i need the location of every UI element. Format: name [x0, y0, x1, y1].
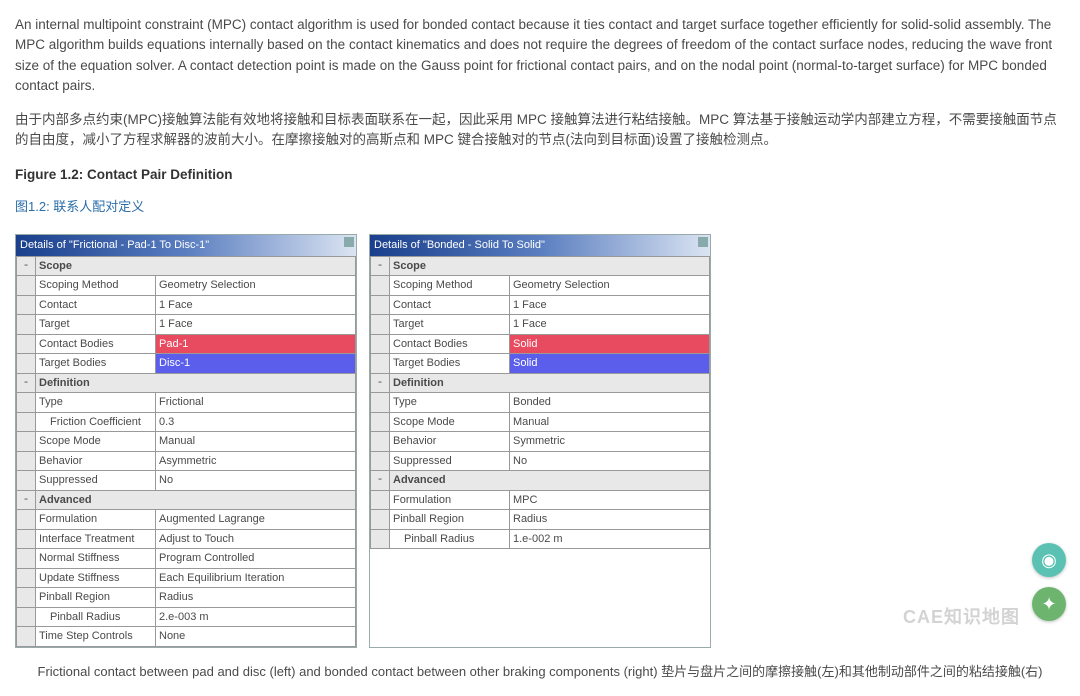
row-value[interactable]: Frictional — [156, 393, 356, 413]
row-label: Contact Bodies — [390, 334, 510, 354]
row-value[interactable]: No — [156, 471, 356, 491]
row-label: Suppressed — [390, 451, 510, 471]
person-icon: ◉ — [1041, 547, 1057, 574]
row-value[interactable]: Disc-1 — [156, 354, 356, 374]
row-label: Suppressed — [36, 471, 156, 491]
row-value[interactable]: Geometry Selection — [156, 276, 356, 296]
expand-icon[interactable]: - — [17, 373, 36, 393]
row-value[interactable]: Solid — [510, 334, 710, 354]
bonded-table: -Scope Scoping MethodGeometry Selection … — [370, 256, 710, 550]
figure-title: Figure 1.2: Contact Pair Definition — [15, 165, 1065, 185]
row-value[interactable]: 1.e-002 m — [510, 529, 710, 549]
row-value[interactable]: Asymmetric — [156, 451, 356, 471]
frictional-table: -Scope Scoping MethodGeometry Selection … — [16, 256, 356, 647]
row-value[interactable]: 1 Face — [510, 295, 710, 315]
row-label: Pinball Radius — [390, 529, 510, 549]
row-value[interactable]: Solid — [510, 354, 710, 374]
row-value[interactable]: Manual — [156, 432, 356, 452]
expand-icon[interactable]: - — [17, 256, 36, 276]
expand-icon[interactable]: - — [371, 256, 390, 276]
row-value[interactable]: 1 Face — [156, 295, 356, 315]
definition-header: Definition — [390, 373, 710, 393]
float-buttons: ◉ ✦ — [1032, 543, 1066, 621]
row-value[interactable]: Symmetric — [510, 432, 710, 452]
frictional-panel: Details of "Frictional - Pad-1 To Disc-1… — [15, 234, 357, 648]
panel-title-text: Details of "Bonded - Solid To Solid" — [374, 239, 545, 251]
paragraph-chinese: 由于内部多点约束(MPC)接触算法能有效地将接触和目标表面联系在一起，因此采用 … — [15, 110, 1065, 151]
row-value[interactable]: 1 Face — [510, 315, 710, 335]
row-label: Behavior — [36, 451, 156, 471]
panel-pin-icon[interactable] — [698, 237, 708, 247]
row-value[interactable]: Augmented Lagrange — [156, 510, 356, 530]
expand-icon[interactable]: - — [371, 373, 390, 393]
row-label: Update Stiffness — [36, 568, 156, 588]
row-value[interactable]: Radius — [156, 588, 356, 608]
row-label: Formulation — [390, 490, 510, 510]
row-label: Pinball Radius — [36, 607, 156, 627]
expand-icon[interactable]: - — [17, 490, 36, 510]
row-value[interactable]: 0.3 — [156, 412, 356, 432]
row-label: Scope Mode — [36, 432, 156, 452]
row-label: Contact — [36, 295, 156, 315]
row-label: Type — [36, 393, 156, 413]
row-label: Formulation — [36, 510, 156, 530]
row-value[interactable]: Bonded — [510, 393, 710, 413]
row-label: Type — [390, 393, 510, 413]
row-value[interactable]: Radius — [510, 510, 710, 530]
figure-title-cn: 图1.2: 联系人配对定义 — [15, 197, 1065, 217]
paragraph-english: An internal multipoint constraint (MPC) … — [15, 15, 1065, 96]
row-label: Behavior — [390, 432, 510, 452]
row-label: Target — [36, 315, 156, 335]
row-label: Interface Treatment — [36, 529, 156, 549]
row-label: Target — [390, 315, 510, 335]
bonded-panel: Details of "Bonded - Solid To Solid" -Sc… — [369, 234, 711, 648]
row-value[interactable]: 2.e-003 m — [156, 607, 356, 627]
figure-caption: Frictional contact between pad and disc … — [15, 648, 1065, 682]
row-value[interactable]: Pad-1 — [156, 334, 356, 354]
advanced-header: Advanced — [36, 490, 356, 510]
panel-titlebar: Details of "Bonded - Solid To Solid" — [370, 235, 710, 256]
details-panels: Details of "Frictional - Pad-1 To Disc-1… — [15, 234, 1065, 648]
row-value[interactable]: Adjust to Touch — [156, 529, 356, 549]
row-label: Normal Stiffness — [36, 549, 156, 569]
row-label: Contact — [390, 295, 510, 315]
row-label: Scope Mode — [390, 412, 510, 432]
row-label: Pinball Region — [390, 510, 510, 530]
panel-pin-icon[interactable] — [344, 237, 354, 247]
row-value[interactable]: Geometry Selection — [510, 276, 710, 296]
row-value[interactable]: Manual — [510, 412, 710, 432]
row-label: Target Bodies — [36, 354, 156, 374]
scope-header: Scope — [36, 256, 356, 276]
scope-header: Scope — [390, 256, 710, 276]
chat-icon: ✦ — [1041, 591, 1056, 618]
row-value[interactable]: Each Equilibrium Iteration — [156, 568, 356, 588]
panel-titlebar: Details of "Frictional - Pad-1 To Disc-1… — [16, 235, 356, 256]
row-label: Target Bodies — [390, 354, 510, 374]
support-button[interactable]: ◉ — [1032, 543, 1066, 577]
advanced-header: Advanced — [390, 471, 710, 491]
row-label: Contact Bodies — [36, 334, 156, 354]
row-label: Scoping Method — [36, 276, 156, 296]
panel-title-text: Details of "Frictional - Pad-1 To Disc-1… — [20, 239, 209, 251]
expand-icon[interactable]: - — [371, 471, 390, 491]
row-label: Friction Coefficient — [36, 412, 156, 432]
row-label: Scoping Method — [390, 276, 510, 296]
row-value[interactable]: MPC — [510, 490, 710, 510]
row-value[interactable]: No — [510, 451, 710, 471]
row-label: Time Step Controls — [36, 627, 156, 647]
row-label: Pinball Region — [36, 588, 156, 608]
row-value[interactable]: Program Controlled — [156, 549, 356, 569]
row-value[interactable]: 1 Face — [156, 315, 356, 335]
definition-header: Definition — [36, 373, 356, 393]
chat-button[interactable]: ✦ — [1032, 587, 1066, 621]
row-value[interactable]: None — [156, 627, 356, 647]
